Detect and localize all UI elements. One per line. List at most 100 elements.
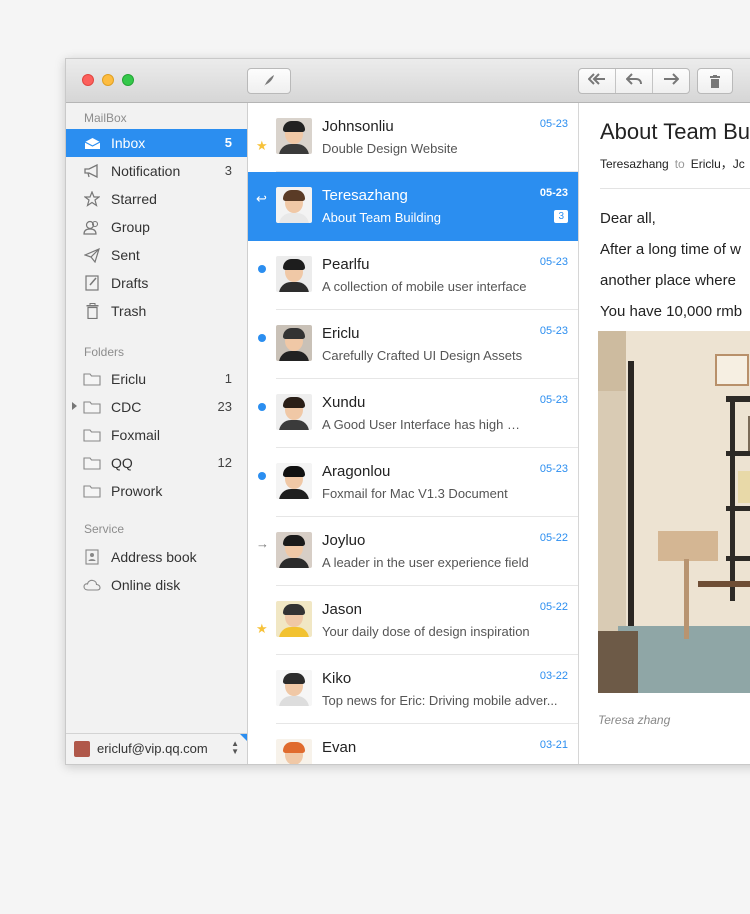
folder-item-foxmail[interactable]: Foxmail	[66, 421, 247, 449]
message-subject: A collection of mobile user interface	[322, 279, 527, 294]
folder-icon	[83, 454, 101, 472]
message-row[interactable]: Pearlfu A collection of mobile user inte…	[248, 241, 578, 310]
sidebar-item-trash[interactable]: Trash	[66, 297, 247, 325]
message-date: 05-23	[539, 325, 568, 337]
reply-button-group	[578, 68, 690, 94]
star-flag-icon[interactable]: ★	[256, 139, 268, 152]
folder-label: CDC	[111, 399, 142, 415]
avatar	[74, 741, 90, 757]
folder-item-ericlu[interactable]: Ericlu 1	[66, 365, 247, 393]
folder-icon	[83, 398, 101, 416]
reply-icon	[625, 72, 642, 90]
unread-count: 3	[224, 163, 232, 178]
paper-plane-icon	[83, 246, 101, 264]
message-row[interactable]: ★ Jason Your daily dose of design inspir…	[248, 586, 578, 655]
star-flag-icon[interactable]: ★	[256, 622, 268, 635]
folder-item-cdc[interactable]: CDC 23	[66, 393, 247, 421]
delete-button[interactable]	[697, 68, 733, 94]
folder-icon	[83, 482, 101, 500]
sidebar-item-starred[interactable]: Starred	[66, 185, 247, 213]
close-window-button[interactable]	[82, 74, 94, 86]
zoom-window-button[interactable]	[122, 74, 134, 86]
message-subject: Foxmail for Mac V1.3 Document	[322, 486, 508, 501]
message-date: 03-22	[539, 670, 568, 682]
title-bar	[66, 59, 750, 103]
unread-dot-icon	[258, 265, 266, 273]
body-line: You have 10,000 rmb	[600, 303, 743, 320]
folder-label: Prowork	[111, 483, 163, 499]
folder-icon	[83, 426, 101, 444]
message-date: 05-23	[539, 463, 568, 475]
message-subject: Carefully Crafted UI Design Assets	[322, 348, 523, 363]
sender-name: Jason	[322, 601, 363, 618]
message-row[interactable]: Ericlu Carefully Crafted UI Design Asset…	[248, 310, 578, 379]
reply-button[interactable]	[616, 69, 653, 93]
message-list: ★ Johnsonliu Double Design Website 05-23…	[248, 103, 579, 764]
photo-caption: Teresa zhang	[598, 713, 671, 727]
sidebar-item-group[interactable]: Group	[66, 213, 247, 241]
sidebar-item-label: Starred	[111, 191, 157, 207]
account-email: ericluf@vip.qq.com	[97, 741, 208, 756]
message-row[interactable]: Evan 03-21	[248, 724, 578, 764]
folder-label: Foxmail	[111, 427, 161, 443]
megaphone-icon	[83, 162, 101, 180]
reply-all-button[interactable]	[579, 69, 616, 93]
sidebar-item-notification[interactable]: Notification 3	[66, 157, 247, 185]
divider	[600, 188, 750, 189]
sidebar-item-drafts[interactable]: Drafts	[66, 269, 247, 297]
folder-count: 23	[217, 399, 232, 414]
body-line: Dear all,	[600, 210, 656, 227]
sender-name: Ericlu	[322, 325, 360, 342]
attached-photo[interactable]	[598, 331, 750, 693]
avatar	[276, 532, 312, 568]
up-down-chevron-icon: ▲ ▼	[231, 739, 239, 756]
reading-pane: About Team Bu Teresazhang to Ericlu，Jc Dea…	[579, 103, 750, 764]
message-row[interactable]: ★ Johnsonliu Double Design Website 05-23	[248, 103, 578, 172]
folder-label: Ericlu	[111, 371, 147, 387]
folder-count: 1	[224, 371, 232, 386]
message-title: About Team Bu	[600, 119, 750, 144]
replied-icon: ↩	[256, 191, 267, 206]
message-subject: Your daily dose of design inspiration	[322, 624, 530, 639]
account-switcher[interactable]: ericluf@vip.qq.com ▲ ▼	[66, 733, 247, 764]
folder-label: QQ	[111, 455, 133, 471]
folder-item-prowork[interactable]: Prowork	[66, 477, 247, 505]
sender-name: Teresazhang	[322, 187, 408, 204]
message-body: Dear all, After a long time of w another…	[600, 203, 742, 327]
sidebar-item-inbox[interactable]: Inbox 5	[66, 129, 247, 157]
mail-window: MailBox Inbox 5 Notification 3 Starred G…	[65, 58, 750, 765]
unread-dot-icon	[258, 334, 266, 342]
message-date: 05-23	[539, 118, 568, 130]
folder-item-qq[interactable]: QQ 12	[66, 449, 247, 477]
message-row[interactable]: Aragonlou Foxmail for Mac V1.3 Document …	[248, 448, 578, 517]
body-line: another place where	[600, 272, 736, 289]
service-item-address-book[interactable]: Address book	[66, 543, 247, 571]
message-date: 05-22	[539, 601, 568, 613]
sidebar-item-label: Notification	[111, 163, 181, 179]
sidebar-item-label: Group	[111, 219, 150, 235]
sender-name: Aragonlou	[322, 463, 391, 480]
message-row[interactable]: → Joyluo A leader in the user experience…	[248, 517, 578, 586]
message-row[interactable]: Kiko Top news for Eric: Driving mobile a…	[248, 655, 578, 724]
sidebar-item-label: Drafts	[111, 275, 149, 291]
disclosure-triangle-icon[interactable]	[72, 402, 77, 410]
avatar	[276, 256, 312, 292]
service-label: Address book	[111, 549, 197, 565]
avatar	[276, 394, 312, 430]
sender-name: Xundu	[322, 394, 366, 411]
message-subject: A leader in the user experience field	[322, 555, 529, 570]
message-row[interactable]: Xundu A Good User Interface has high … 0…	[248, 379, 578, 448]
compose-button[interactable]	[247, 68, 291, 94]
forward-icon	[663, 72, 680, 90]
recipients[interactable]: Ericlu，Jc	[691, 157, 745, 171]
avatar	[276, 187, 312, 223]
sender-name[interactable]: Teresazhang	[600, 157, 669, 171]
service-item-online-disk[interactable]: Online disk	[66, 571, 247, 599]
message-row-selected[interactable]: ↩ Teresazhang About Team Building 05-23 …	[248, 172, 578, 241]
star-icon	[83, 190, 101, 208]
message-subject: Top news for Eric: Driving mobile adver.…	[322, 693, 558, 708]
forwarded-icon: →	[256, 536, 269, 551]
minimize-window-button[interactable]	[102, 74, 114, 86]
sidebar-item-sent[interactable]: Sent	[66, 241, 247, 269]
forward-button[interactable]	[653, 69, 689, 93]
